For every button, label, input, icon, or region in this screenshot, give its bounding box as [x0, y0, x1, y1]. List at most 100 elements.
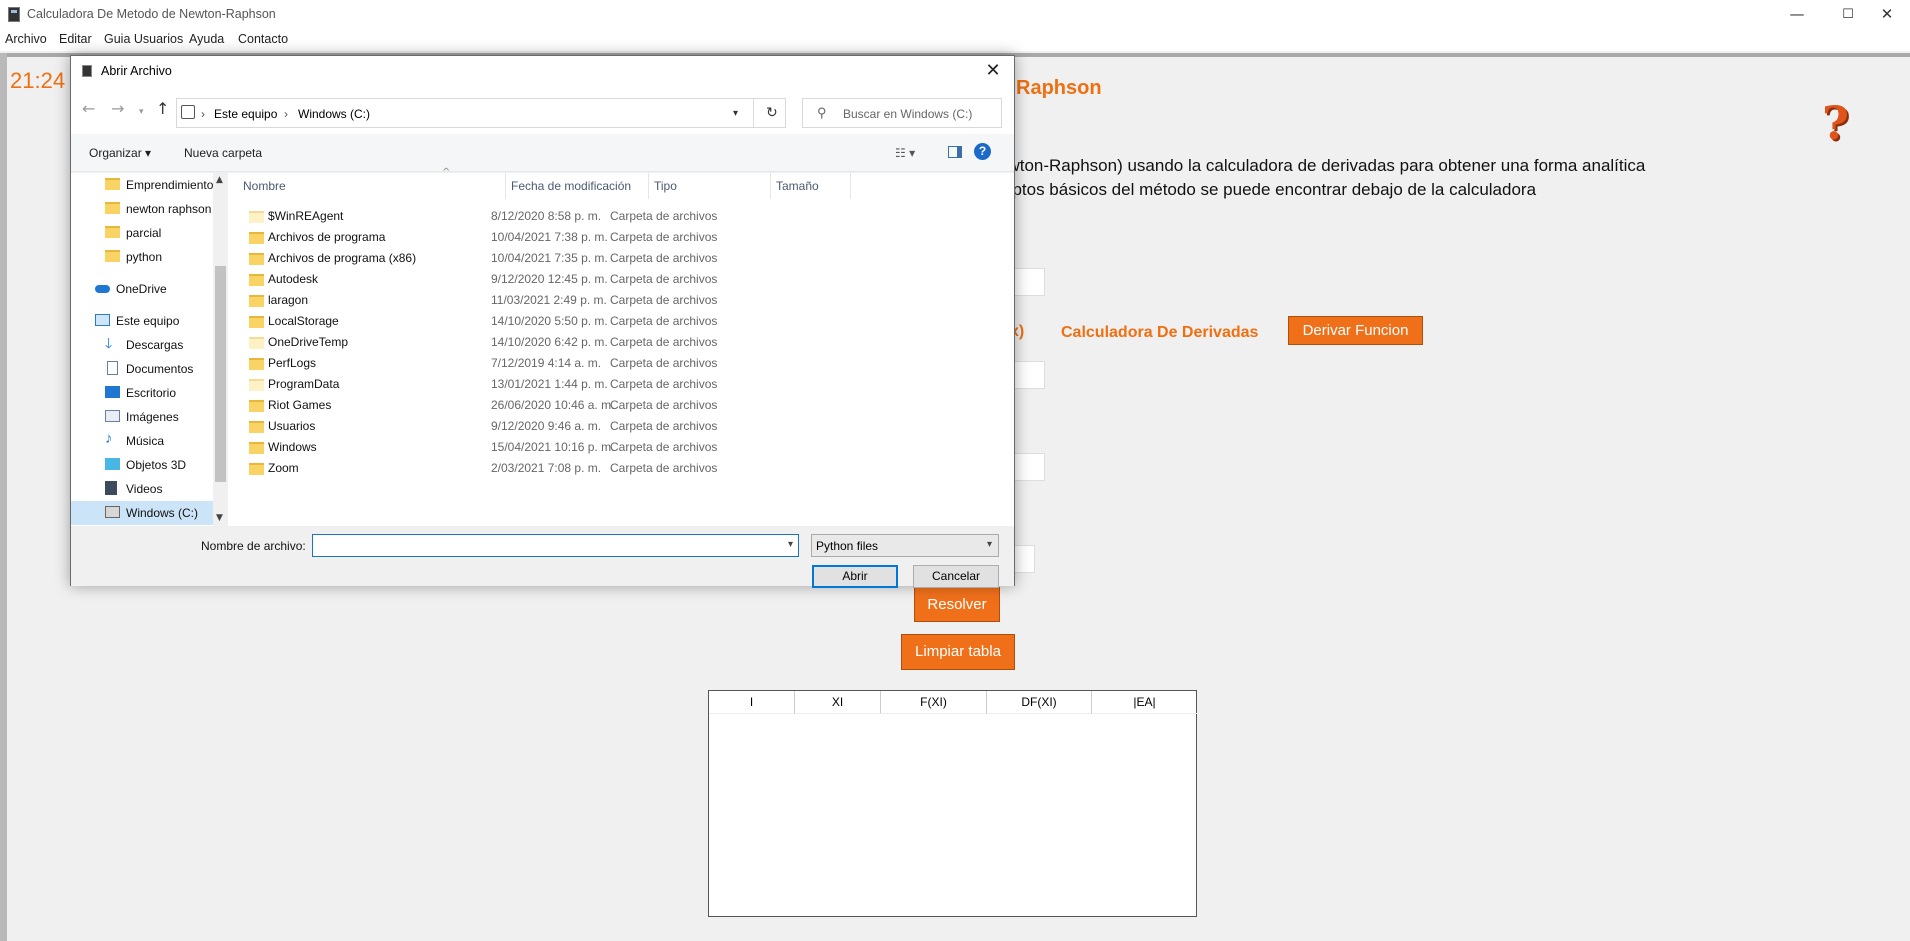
column-header-i[interactable]: I: [709, 691, 795, 714]
new-folder-button[interactable]: Nueva carpeta: [184, 146, 262, 160]
folder-icon: [249, 379, 264, 391]
download-icon: 🡓: [105, 335, 113, 351]
cube-icon: [105, 458, 120, 470]
scrollbar-thumb[interactable]: [215, 266, 226, 482]
scroll-up-icon[interactable]: ▲: [216, 175, 223, 185]
file-row[interactable]: Riot Games 26/06/2020 10:46 a. m. Carpeta …: [228, 395, 1014, 416]
search-placeholder: Buscar en Windows (C:): [843, 107, 973, 121]
file-row[interactable]: Autodesk 9/12/2020 12:45 p. m. Carpeta de …: [228, 269, 1014, 290]
folder-icon: [105, 250, 120, 262]
folder-icon: [249, 421, 264, 433]
menu-contacto[interactable]: Contacto: [238, 32, 288, 46]
column-header-xi[interactable]: XI: [795, 691, 881, 714]
file-row[interactable]: LocalStorage 14/10/2020 5:50 p. m. Carpeta…: [228, 311, 1014, 332]
file-row[interactable]: Archivos de programa 10/04/2021 7:38 p. m…: [228, 227, 1014, 248]
column-header-ea[interactable]: |EA|: [1092, 691, 1197, 714]
cancel-button[interactable]: Cancelar: [913, 565, 999, 588]
page-title: Raphson: [1016, 77, 1102, 99]
navigation-row: ← → ▾ ↑ › Este equipo › Windows (C:) ▾ ↻…: [71, 86, 1014, 134]
close-window-button[interactable]: ✕: [1864, 0, 1910, 29]
file-row[interactable]: Zoom 2/03/2021 7:08 p. m. Carpeta de archi…: [228, 458, 1014, 479]
folder-icon: [249, 232, 264, 244]
column-header-nombre[interactable]: Nombre: [238, 173, 506, 199]
dialog-toolbar: Organizar ▾ Nueva carpeta ☷ ▾ ?: [71, 134, 1014, 172]
chevron-down-icon[interactable]: ▾: [733, 108, 738, 119]
folder-icon: [249, 442, 264, 454]
column-header-fxi[interactable]: F(XI): [881, 691, 987, 714]
description-line-1: ewton-Raphson) usando la calculadora de …: [998, 156, 1646, 175]
folder-icon: [249, 211, 264, 223]
description-line-2: eptos básicos del método se puede encont…: [1003, 180, 1537, 199]
forward-arrow-icon[interactable]: →: [111, 99, 124, 119]
calculator-icon: [82, 65, 92, 77]
scroll-down-icon[interactable]: ▼: [216, 513, 223, 523]
filename-input[interactable]: ▾: [312, 534, 799, 557]
folder-icon: [249, 463, 264, 475]
column-header-tamano[interactable]: Tamaño: [771, 173, 851, 199]
folder-icon: [105, 202, 120, 214]
file-row[interactable]: ProgramData 13/01/2021 1:44 p. m. Carpeta …: [228, 374, 1014, 395]
chevron-right-icon: ›: [201, 107, 205, 121]
folder-icon: [105, 178, 120, 190]
window-title: Calculadora De Metodo de Newton-Raphson: [27, 7, 276, 21]
breadcrumb-windows-c[interactable]: Windows (C:): [298, 107, 370, 121]
menu-archivo[interactable]: Archivo: [5, 32, 47, 46]
video-icon: [105, 481, 117, 495]
search-input[interactable]: ⚲ Buscar en Windows (C:): [802, 98, 1002, 128]
help-icon[interactable]: ?: [974, 143, 991, 160]
chevron-right-icon: ›: [284, 107, 288, 121]
column-header-fecha[interactable]: Fecha de modificación: [506, 173, 649, 199]
nav-item-windows-c[interactable]: Windows (C:): [71, 501, 213, 525]
dialog-titlebar: Abrir Archivo ✕: [71, 56, 1014, 86]
minimize-button[interactable]: —: [1774, 0, 1820, 29]
results-table: I XI F(XI) DF(XI) |EA|: [708, 690, 1197, 917]
recent-locations-icon[interactable]: ▾: [139, 102, 144, 122]
help-icon[interactable]: ?: [1822, 100, 1849, 146]
chevron-down-icon[interactable]: ▾: [788, 539, 793, 550]
column-header-tipo[interactable]: Tipo: [649, 173, 771, 199]
app-titlebar: Calculadora De Metodo de Newton-Raphson …: [0, 0, 1910, 29]
refresh-icon[interactable]: ↻: [766, 104, 778, 121]
divider: [0, 53, 7, 941]
calculator-icon: [8, 7, 20, 22]
folder-icon: [249, 358, 264, 370]
open-button[interactable]: Abrir: [812, 565, 898, 588]
filetype-select[interactable]: Python files ▾: [811, 534, 999, 557]
dialog-footer: Nombre de archivo: ▾ Python files ▾ Abri…: [71, 526, 1014, 588]
folder-icon: [249, 400, 264, 412]
file-row[interactable]: $WinREAgent 8/12/2020 8:58 p. m. Carpeta d…: [228, 206, 1014, 227]
folder-icon: [249, 253, 264, 265]
view-options-icon[interactable]: ☷ ▾: [895, 146, 915, 160]
file-row[interactable]: Usuarios 9/12/2020 9:46 a. m. Carpeta de a…: [228, 416, 1014, 437]
navigation-scrollbar[interactable]: ▲ ▼: [213, 173, 228, 526]
image-icon: [105, 410, 120, 422]
search-icon: ⚲: [817, 105, 827, 120]
clear-table-button[interactable]: Limpiar tabla: [901, 634, 1015, 670]
derive-function-button[interactable]: Derivar Funcion: [1288, 316, 1423, 345]
menu-editar[interactable]: Editar: [59, 32, 92, 46]
file-row[interactable]: PerfLogs 7/12/2019 4:14 a. m. Carpeta de a…: [228, 353, 1014, 374]
desktop-icon: [105, 386, 120, 398]
dialog-title: Abrir Archivo: [101, 64, 172, 78]
folder-icon: [249, 295, 264, 307]
folder-icon: [249, 274, 264, 286]
column-header-dfxi[interactable]: DF(XI): [987, 691, 1092, 714]
preview-pane-icon[interactable]: [948, 146, 962, 158]
menu-guia-usuarios[interactable]: Guia Usuarios: [104, 32, 183, 46]
address-bar[interactable]: › Este equipo › Windows (C:) ▾ ↻: [176, 98, 786, 128]
back-arrow-icon[interactable]: ←: [82, 99, 95, 119]
derivative-calc-label: Calculadora De Derivadas: [1061, 324, 1259, 341]
file-row[interactable]: laragon 11/03/2021 2:49 p. m. Carpeta de a…: [228, 290, 1014, 311]
up-arrow-icon[interactable]: ↑: [156, 99, 169, 119]
breadcrumb-este-equipo[interactable]: Este equipo: [214, 107, 277, 121]
music-icon: ♪: [105, 430, 113, 447]
solve-button[interactable]: Resolver: [914, 587, 1000, 622]
file-row[interactable]: OneDriveTemp 14/10/2020 6:42 p. m. Carpeta…: [228, 332, 1014, 353]
close-icon[interactable]: ✕: [978, 59, 1008, 83]
organize-button[interactable]: Organizar ▾: [89, 146, 151, 160]
file-row[interactable]: Archivos de programa (x86) 10/04/2021 7:3…: [228, 248, 1014, 269]
folder-icon: [105, 226, 120, 238]
chevron-down-icon: ▾: [986, 539, 992, 550]
menu-ayuda[interactable]: Ayuda: [189, 32, 224, 46]
file-row[interactable]: Windows 15/04/2021 10:16 p. m. Carpeta de …: [228, 437, 1014, 458]
